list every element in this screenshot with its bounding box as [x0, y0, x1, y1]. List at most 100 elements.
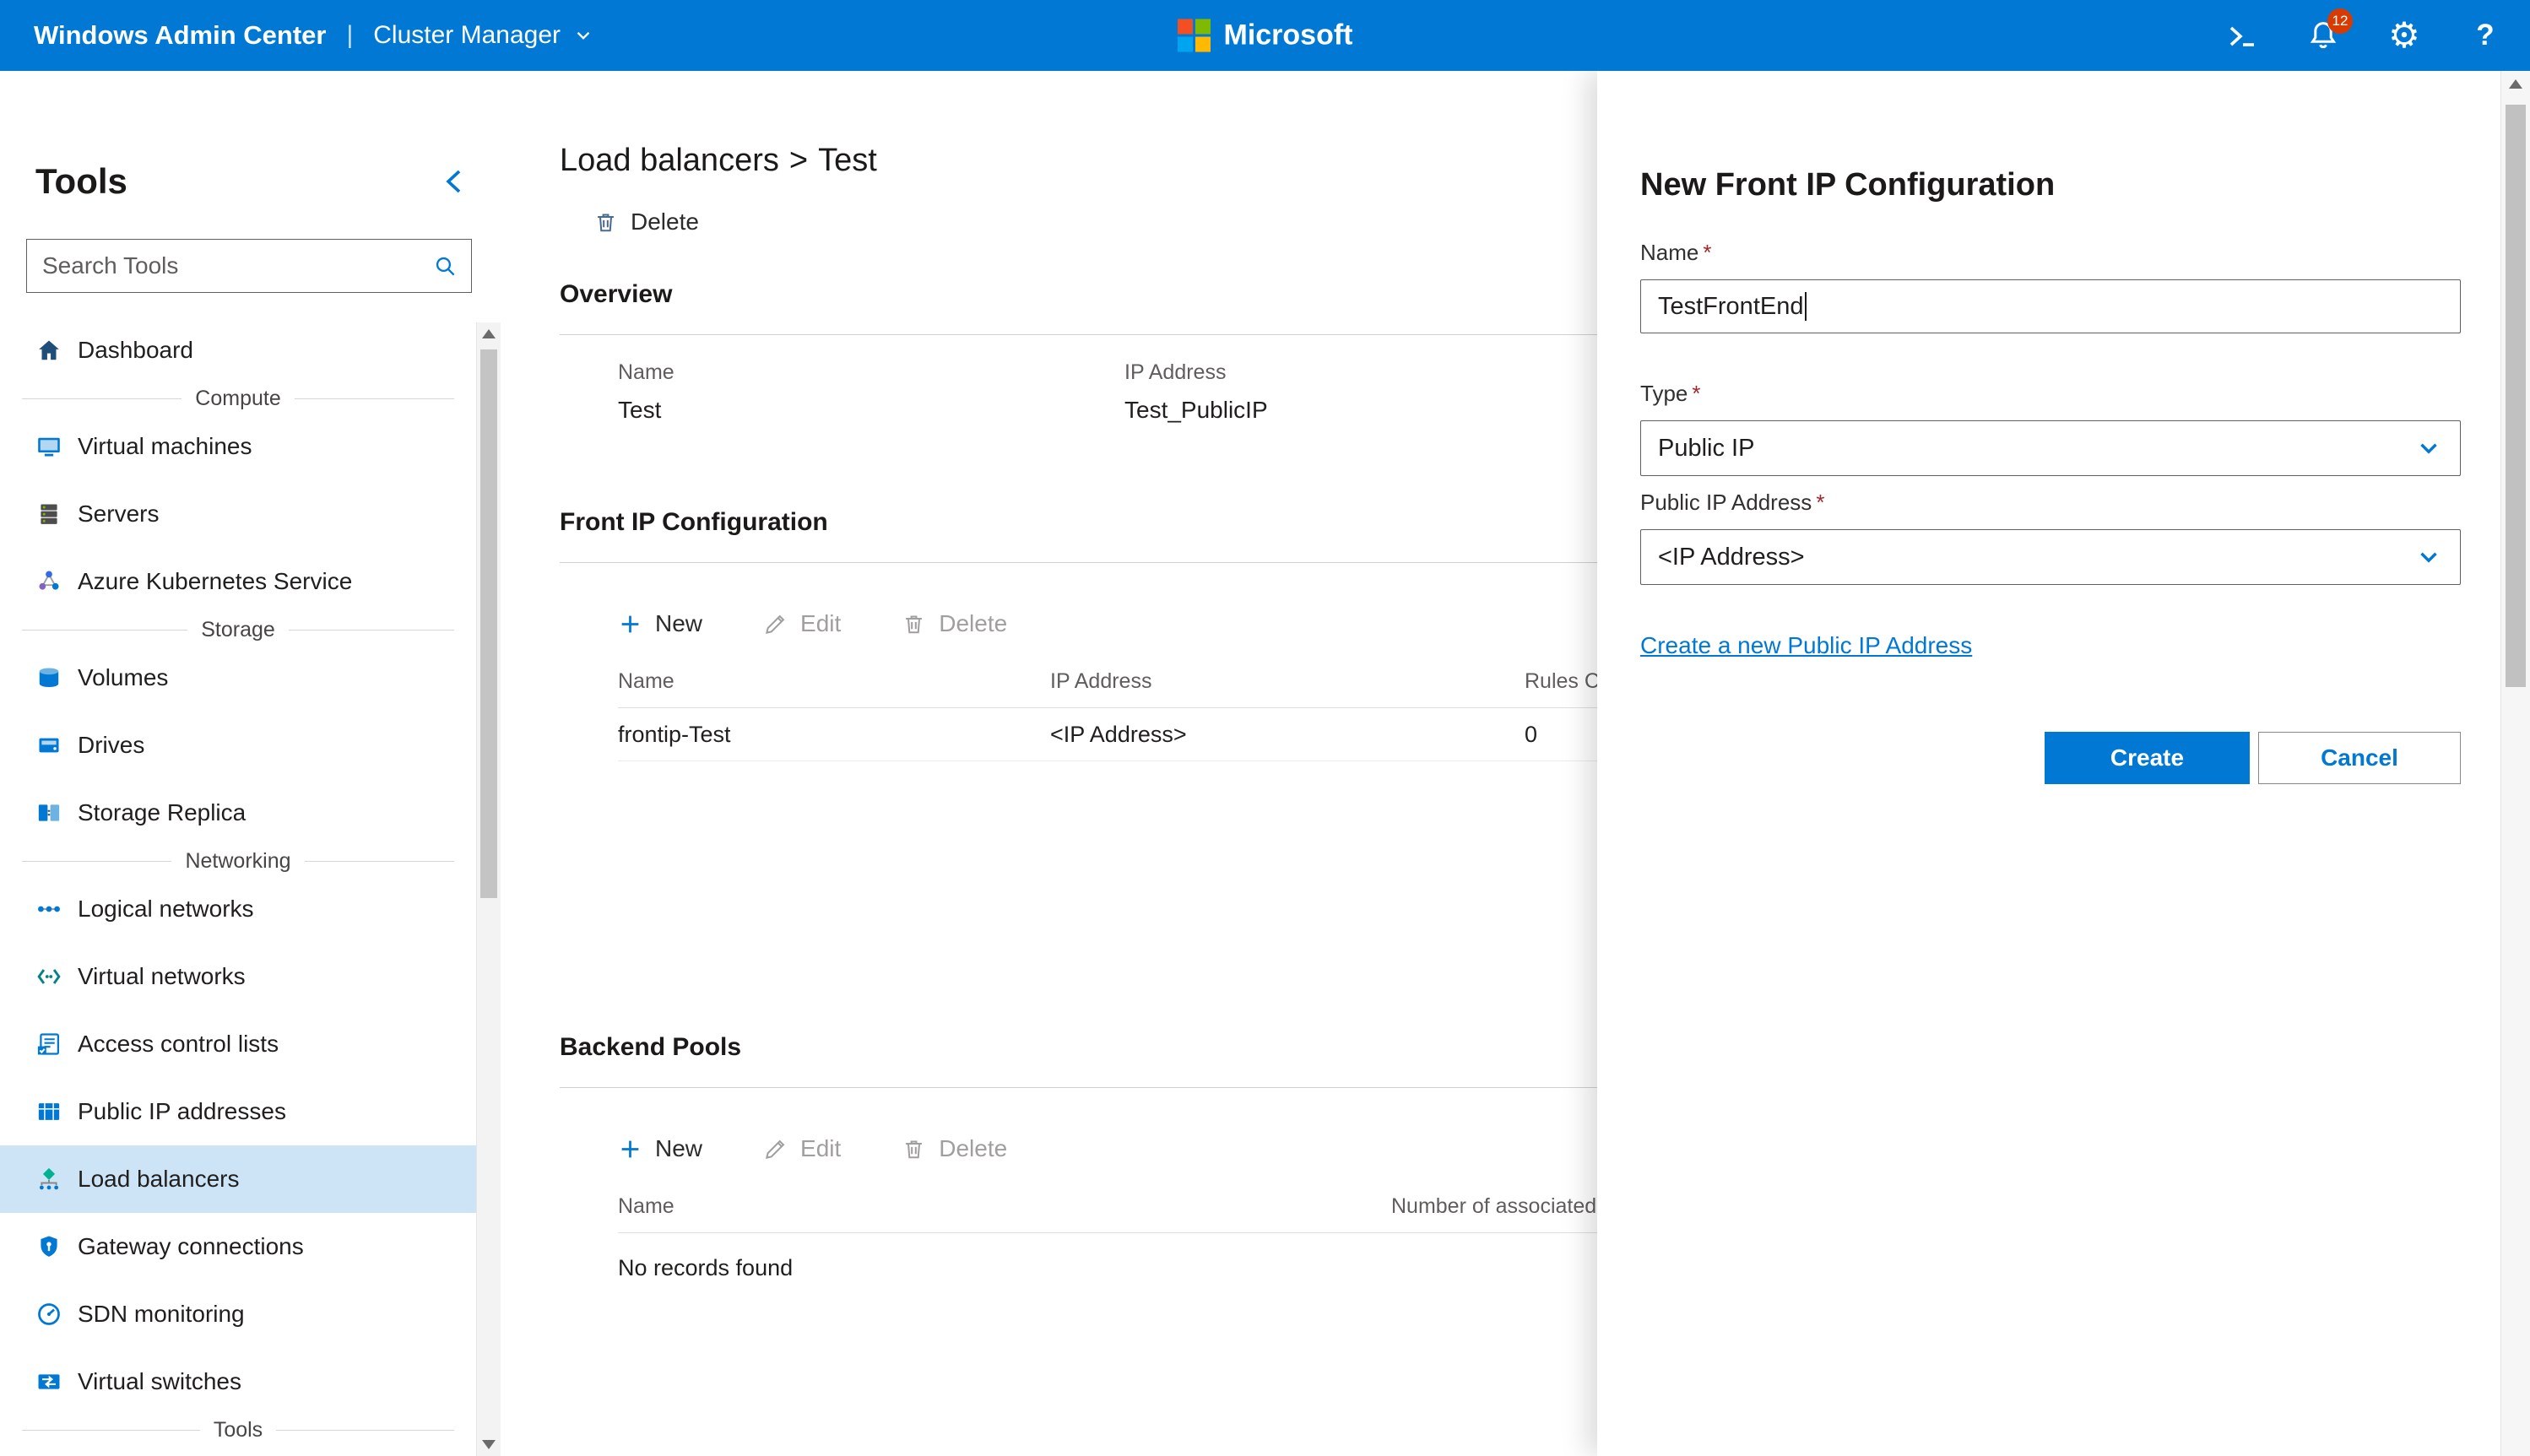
name-input[interactable]: TestFrontEnd [1640, 279, 2461, 333]
front-ip-column-ip-address[interactable]: IP Address [1050, 669, 1525, 708]
tools-sidebar: Tools Dashboard Compute Virtual machines… [0, 71, 501, 1456]
logo-square-yellow [1195, 37, 1211, 52]
sidebar-scroll-down-arrow[interactable] [482, 1440, 496, 1449]
type-select[interactable]: Public IP [1640, 420, 2461, 476]
create-public-ip-link[interactable]: Create a new Public IP Address [1640, 632, 1972, 659]
logo-square-green [1195, 19, 1211, 35]
front-ip-new-button[interactable]: New [618, 610, 702, 637]
sidebar-item-dashboard[interactable]: Dashboard [0, 317, 476, 384]
notifications-button[interactable]: 12 [2304, 16, 2343, 55]
create-button[interactable]: Create [2045, 732, 2250, 784]
sidebar-section-storage: Storage [0, 615, 476, 644]
trash-icon [902, 1137, 926, 1161]
plus-icon [618, 612, 642, 636]
name-input-value: TestFrontEnd [1658, 293, 1803, 321]
cancel-button[interactable]: Cancel [2258, 732, 2461, 784]
settings-button[interactable]: ⚙ [2385, 16, 2424, 55]
tool-list: Dashboard Compute Virtual machines Serve… [0, 317, 476, 1444]
public-ip-icon [35, 1098, 62, 1125]
sidebar-item-virtual-machines[interactable]: Virtual machines [0, 413, 476, 480]
front-ip-column-name[interactable]: Name [618, 669, 1050, 708]
access-control-lists-icon [35, 1031, 62, 1058]
drives-icon [35, 732, 62, 759]
trash-icon [593, 210, 618, 235]
sidebar-item-access-control-lists[interactable]: Access control lists [0, 1010, 476, 1078]
search-icon[interactable] [433, 254, 458, 279]
powershell-button[interactable] [2223, 16, 2262, 55]
volumes-icon [35, 664, 62, 691]
overview-field-name: Name Test [618, 360, 1124, 424]
public-ip-select[interactable]: <IP Address> [1640, 529, 2461, 585]
required-marker: * [1816, 490, 1824, 515]
sidebar-item-load-balancers[interactable]: Load balancers [0, 1145, 476, 1213]
panel-title: New Front IP Configuration [1640, 165, 2461, 204]
sidebar-title: Tools [35, 160, 127, 203]
sidebar-scroll-up-arrow[interactable] [482, 329, 496, 338]
public-ip-select-value: <IP Address> [1658, 544, 1805, 571]
sidebar-item-azure-kubernetes-service[interactable]: Azure Kubernetes Service [0, 548, 476, 615]
tools-search [26, 239, 472, 293]
powershell-icon [2225, 19, 2259, 52]
sidebar-item-logical-networks[interactable]: Logical networks [0, 875, 476, 943]
virtual-networks-icon [35, 963, 62, 990]
servers-icon [35, 501, 62, 528]
pencil-icon [763, 612, 788, 636]
virtual-machines-icon [35, 433, 62, 460]
logo-square-blue [1178, 37, 1193, 52]
sidebar-scrollbar[interactable] [476, 322, 501, 1456]
page-scrollbar[interactable] [2500, 71, 2530, 1456]
logo-square-red [1178, 19, 1193, 35]
overview-field-ip-address: IP Address Test_PublicIP [1124, 360, 1631, 424]
search-input[interactable] [41, 252, 425, 280]
front-ip-delete-button[interactable]: Delete [902, 610, 1007, 637]
sidebar-item-sdn-monitoring[interactable]: SDN monitoring [0, 1280, 476, 1348]
page-scrollbar-thumb[interactable] [2506, 105, 2526, 687]
solution-switcher[interactable]: Cluster Manager [373, 21, 594, 50]
notification-badge: 12 [2327, 8, 2353, 34]
home-icon [35, 337, 62, 364]
backend-pools-new-button[interactable]: New [618, 1135, 702, 1162]
collapse-sidebar-button[interactable] [438, 165, 472, 198]
name-label: Name* [1640, 240, 2461, 266]
virtual-switches-icon [35, 1368, 62, 1395]
type-select-value: Public IP [1658, 435, 1754, 463]
chevron-down-icon [2414, 434, 2443, 463]
load-balancers-icon [35, 1166, 62, 1193]
panel-actions: Create Cancel [1640, 732, 2461, 784]
front-ip-edit-button[interactable]: Edit [763, 610, 841, 637]
required-marker: * [1703, 240, 1711, 265]
help-button[interactable]: ? [2466, 16, 2505, 55]
sidebar-item-virtual-switches[interactable]: Virtual switches [0, 1348, 476, 1415]
plus-icon [618, 1137, 642, 1161]
backend-pools-delete-button[interactable]: Delete [902, 1135, 1007, 1162]
microsoft-logo-squares [1178, 19, 1211, 52]
sidebar-item-virtual-networks[interactable]: Virtual networks [0, 943, 476, 1010]
sidebar-scrollbar-thumb[interactable] [480, 349, 497, 898]
sidebar-item-drives[interactable]: Drives [0, 712, 476, 779]
help-icon: ? [2476, 19, 2494, 52]
sidebar-section-compute: Compute [0, 384, 476, 413]
sidebar-item-volumes[interactable]: Volumes [0, 644, 476, 712]
sdn-monitoring-icon [35, 1301, 62, 1328]
sidebar-item-storage-replica[interactable]: Storage Replica [0, 779, 476, 847]
sidebar-item-public-ip-addresses[interactable]: Public IP addresses [0, 1078, 476, 1145]
backend-pools-edit-button[interactable]: Edit [763, 1135, 841, 1162]
top-bar-left: Windows Admin Center | Cluster Manager [0, 20, 594, 51]
chevron-down-icon [572, 24, 594, 46]
microsoft-logo: Microsoft [1178, 19, 1353, 52]
top-bar: Windows Admin Center | Cluster Manager M… [0, 0, 2530, 71]
gear-icon: ⚙ [2388, 18, 2420, 53]
delete-load-balancer-button[interactable]: Delete [593, 208, 699, 235]
app-title[interactable]: Windows Admin Center [34, 20, 326, 51]
backend-pools-column-name[interactable]: Name [618, 1194, 1391, 1233]
text-cursor [1805, 292, 1807, 321]
new-front-ip-panel: New Front IP Configuration Name* TestFro… [1597, 71, 2500, 1456]
logical-networks-icon [35, 896, 62, 923]
solution-title: Cluster Manager [373, 21, 561, 50]
breadcrumb-parent[interactable]: Load balancers [560, 143, 779, 179]
microsoft-wordmark: Microsoft [1224, 19, 1353, 52]
page-scroll-up-arrow[interactable] [2509, 79, 2522, 89]
sidebar-item-servers[interactable]: Servers [0, 480, 476, 548]
gateway-connections-icon [35, 1233, 62, 1260]
sidebar-item-gateway-connections[interactable]: Gateway connections [0, 1213, 476, 1280]
